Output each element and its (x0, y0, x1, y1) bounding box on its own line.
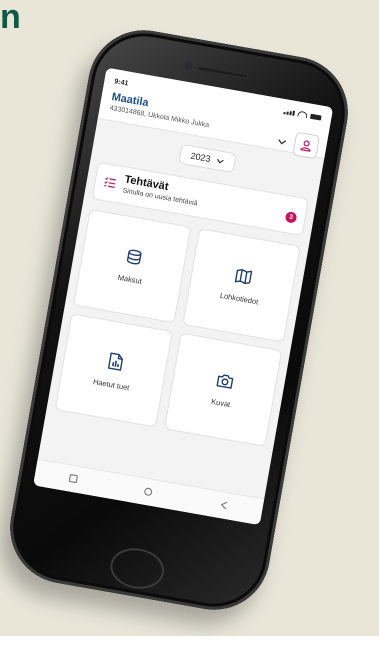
document-chart-icon (107, 351, 123, 371)
earpiece-speaker (196, 65, 249, 80)
front-camera (183, 61, 193, 71)
phone-device: 9:41 Maatila 433014868, Ukkola Mikko Juk… (1, 21, 357, 619)
year-selector[interactable]: 2023 (178, 143, 237, 174)
android-nav-bar (33, 458, 265, 526)
chevron-down-icon (217, 158, 224, 164)
tile-label: Lohkotiedot (219, 290, 260, 306)
back-triangle-icon[interactable] (218, 496, 230, 515)
user-icon (300, 140, 311, 152)
tile-maksut[interactable]: Maksut (72, 208, 192, 324)
status-icons (283, 108, 322, 121)
tile-haetut-tuet[interactable]: Haetut tuet (54, 313, 173, 428)
feature-grid: Maksut Lohkotiedot Haetut tuet Kuvat (47, 205, 309, 448)
tile-label: Haetut tuet (92, 376, 131, 392)
tile-label: Kuvat (210, 396, 232, 409)
camera-icon (216, 373, 233, 389)
home-circle-icon[interactable] (143, 483, 155, 502)
recents-square-icon[interactable] (67, 469, 79, 488)
task-list-icon (102, 174, 117, 194)
user-profile-button[interactable] (292, 131, 321, 160)
year-value: 2023 (189, 150, 212, 164)
phone-screen: 9:41 Maatila 433014868, Ukkola Mikko Juk… (33, 67, 334, 526)
coins-icon (126, 249, 142, 264)
home-button[interactable] (107, 544, 168, 593)
map-icon (234, 268, 252, 284)
status-time: 9:41 (113, 77, 129, 88)
tile-label: Maksut (117, 272, 143, 286)
tile-kuvat[interactable]: Kuvat (163, 332, 283, 447)
farm-switch-chevron-icon[interactable] (276, 136, 288, 148)
bottom-strip (0, 636, 379, 648)
wifi-icon (297, 110, 309, 119)
signal-icon (283, 109, 296, 116)
battery-icon (310, 113, 322, 121)
tile-lohkotiedot[interactable]: Lohkotiedot (182, 228, 301, 343)
page-heading-fragment: n (0, 0, 21, 36)
